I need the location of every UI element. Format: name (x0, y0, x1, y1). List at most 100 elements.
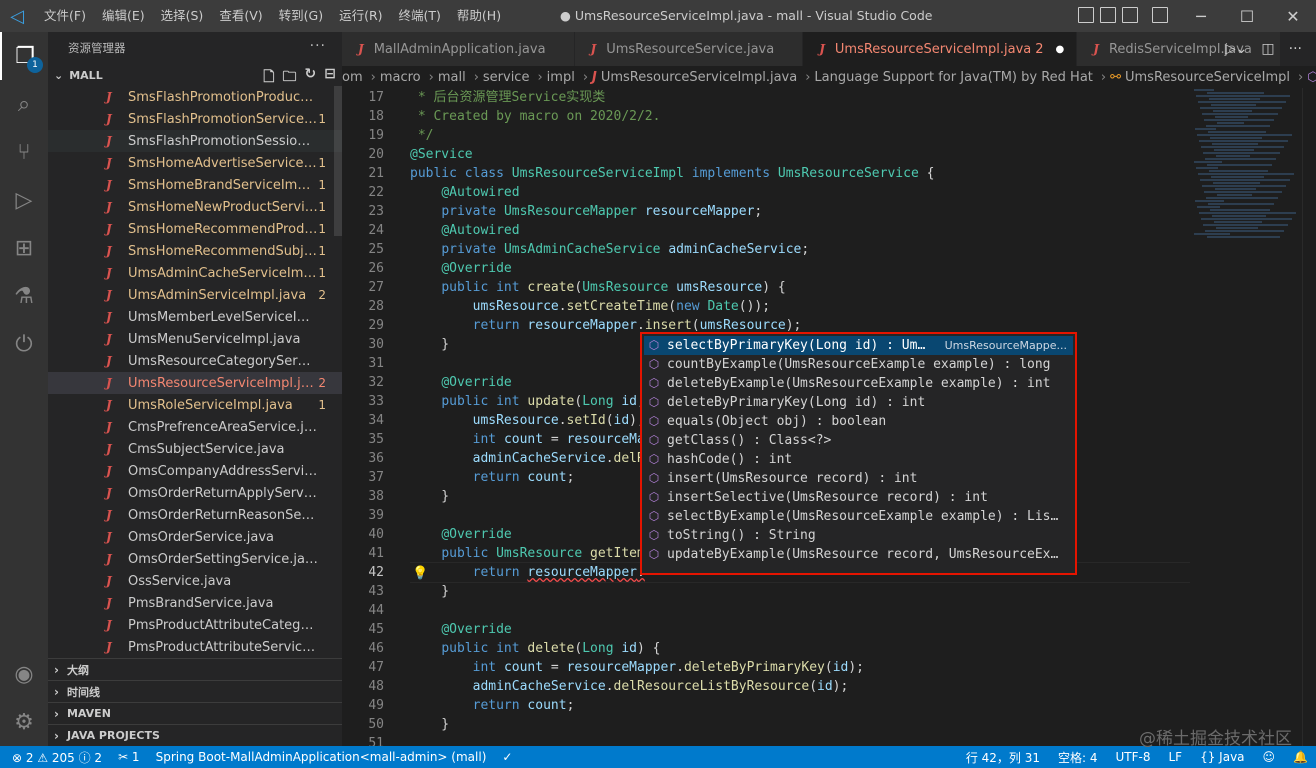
suggestion-item[interactable]: ⬡ deleteByExample(UmsResourceExample exam… (644, 374, 1073, 393)
testing-icon[interactable]: ⚗ (0, 272, 48, 320)
menu-item[interactable]: 运行(R) (331, 0, 390, 32)
code-line[interactable]: public class UmsResourceServiceImpl impl… (410, 164, 1190, 183)
split-editor-icon[interactable]: ◫ (1261, 41, 1274, 57)
sidebar-section[interactable]: › 时间线 (48, 680, 342, 702)
code-line[interactable]: } (410, 715, 1190, 734)
toggle-secondary-sidebar-icon[interactable] (1122, 7, 1138, 23)
files-icon[interactable]: ❐ 1 (0, 32, 48, 80)
code-line[interactable]: * Created by macro on 2020/2/2. (410, 107, 1190, 126)
problems-indicator[interactable]: ⊗ 2 ⚠ 205 ⓘ 2 (12, 749, 102, 766)
file-tree-item[interactable]: J OmsCompanyAddressService.java (48, 460, 342, 482)
code-line[interactable]: umsResource.setCreateTime(new Date()); (410, 297, 1190, 316)
breadcrumb-item[interactable]: om (342, 70, 363, 85)
menu-item[interactable]: 终端(T) (391, 0, 449, 32)
code-line[interactable]: @Override (410, 620, 1190, 639)
suggestion-item[interactable]: ⬡ getClass() : Class<?> (644, 431, 1073, 450)
code-line[interactable]: return count; (410, 696, 1190, 715)
code-line[interactable] (410, 601, 1190, 620)
file-tree-item[interactable]: J UmsMemberLevelServiceImpl.java (48, 306, 342, 328)
menu-item[interactable]: 帮助(H) (449, 0, 509, 32)
editor-scrollbar[interactable] (1302, 88, 1316, 746)
file-tree-item[interactable]: J OmsOrderReturnReasonService.java (48, 504, 342, 526)
suggestion-item[interactable]: ⬡ selectByPrimaryKey(Long id) : Um… UmsRes… (644, 336, 1073, 355)
more-actions-icon[interactable]: ··· (1289, 41, 1302, 57)
suggestion-item[interactable]: ⬡ updateByExample(UmsResource record, Ums… (644, 545, 1073, 564)
file-tree-item[interactable]: J PmsProductAttributeCategoryServic... (48, 614, 342, 636)
sidebar-scrollbar[interactable] (334, 86, 342, 236)
code-line[interactable]: int count = resourceMapper.deleteByPrima… (410, 658, 1190, 677)
code-line[interactable]: @Override (410, 259, 1190, 278)
code-line[interactable]: * 后台资源管理Service实现类 (410, 88, 1190, 107)
lightbulb-icon[interactable]: 💡 (412, 566, 428, 581)
cursor-position[interactable]: 行 42，列 31 (966, 749, 1040, 766)
code-line[interactable]: public int create(UmsResource umsResourc… (410, 278, 1190, 297)
end-of-line[interactable]: LF (1169, 750, 1183, 764)
file-tree-item[interactable]: J UmsAdminCacheServiceImpl.ja...1 (48, 262, 342, 284)
file-tree-item[interactable]: J SmsHomeAdvertiseServiceImp...1 (48, 152, 342, 174)
file-tree-item[interactable]: J SmsFlashPromotionSessionServiceI... (48, 130, 342, 152)
spring-boot-status[interactable]: Spring Boot-MallAdminApplication<mall-ad… (156, 750, 487, 764)
indentation[interactable]: 空格: 4 (1058, 749, 1098, 766)
editor-tab[interactable]: J UmsResourceService.java (574, 32, 804, 66)
tools-indicator[interactable]: ✂ 1 (118, 750, 140, 764)
file-tree-item[interactable]: J SmsHomeRecommendSubject... 1 (48, 240, 342, 262)
notifications-icon[interactable]: 🔔 (1293, 750, 1308, 764)
language-mode[interactable]: {} Java (1200, 750, 1244, 764)
menu-item[interactable]: 选择(S) (153, 0, 212, 32)
file-tree-item[interactable]: J SmsHomeBrandServiceImpl.java1 (48, 174, 342, 196)
code-line[interactable]: @Autowired (410, 183, 1190, 202)
file-tree-item[interactable]: J CmsPrefrenceAreaService.java (48, 416, 342, 438)
file-tree-item[interactable]: J SmsFlashPromotionServiceImp...1 (48, 108, 342, 130)
file-tree-item[interactable]: J UmsResourceCategoryServiceImpl.j... (48, 350, 342, 372)
sidebar-section[interactable]: › MAVEN (48, 702, 342, 724)
menu-item[interactable]: 查看(V) (211, 0, 270, 32)
settings-gear-icon[interactable]: ⚙ (0, 698, 48, 746)
suggestion-item[interactable]: ⬡ countByExample(UmsResourceExample examp… (644, 355, 1073, 374)
minimize-button[interactable]: ─ (1178, 0, 1224, 32)
breadcrumb-item[interactable]: mall (438, 70, 466, 85)
code-line[interactable]: @Service (410, 145, 1190, 164)
editor-tab[interactable]: J UmsResourceServiceImpl.java 2 ● (803, 32, 1078, 66)
run-icon[interactable]: ▷⌄ (1225, 41, 1248, 57)
menu-item[interactable]: 文件(F) (36, 0, 94, 32)
suggestion-item[interactable]: ⬡ insert(UmsResource record) : int (644, 469, 1073, 488)
code-line[interactable]: @Autowired (410, 221, 1190, 240)
code-line[interactable]: public int delete(Long id) { (410, 639, 1190, 658)
breadcrumb-item[interactable]: Language Support for Java(TM) by Red Hat (814, 70, 1092, 85)
file-tree-item[interactable]: J UmsAdminServiceImpl.java 2 (48, 284, 342, 306)
file-tree-item[interactable]: J PmsProductAttributeService.java (48, 636, 342, 658)
code-line[interactable]: adminCacheService.delResourceListByResou… (410, 677, 1190, 696)
workspace-section[interactable]: ⌄ MALL 🗋 🗀 ↻ ⊟ (48, 64, 342, 86)
file-tree-item[interactable]: J OmsOrderSettingService.java (48, 548, 342, 570)
close-button[interactable]: ✕ (1270, 0, 1316, 32)
file-tree-item[interactable]: J UmsMenuServiceImpl.java (48, 328, 342, 350)
run-debug-icon[interactable]: ▷ (0, 176, 48, 224)
spring-boot-icon[interactable]: ⏻ (0, 320, 48, 368)
maximize-button[interactable]: ☐ (1224, 0, 1270, 32)
menu-item[interactable]: 编辑(E) (94, 0, 153, 32)
check-indicator[interactable]: ✓ (502, 750, 512, 764)
file-tree-item[interactable]: J CmsSubjectService.java (48, 438, 342, 460)
editor-tab[interactable]: J MallAdminApplication.java (342, 32, 575, 66)
file-tree-item[interactable]: J UmsRoleServiceImpl.java 1 (48, 394, 342, 416)
breadcrumb-item[interactable]: impl (547, 70, 575, 85)
file-tree-item[interactable]: J UmsResourceServiceImpl.java 2 (48, 372, 342, 394)
breadcrumb-item[interactable]: UmsResourceServiceImpl.java (601, 70, 797, 85)
code-line[interactable]: */ (410, 126, 1190, 145)
toggle-panel-icon[interactable] (1100, 7, 1116, 23)
file-tree-item[interactable]: J SmsHomeRecommendProduct... 1 (48, 218, 342, 240)
extensions-icon[interactable]: ⊞ (0, 224, 48, 272)
minimap[interactable] (1190, 88, 1302, 746)
file-tree-item[interactable]: J SmsHomeNewProductServiceI... 1 (48, 196, 342, 218)
suggestion-item[interactable]: ⬡ hashCode() : int (644, 450, 1073, 469)
suggestion-item[interactable]: ⬡ selectByExample(UmsResourceExample exam… (644, 507, 1073, 526)
encoding[interactable]: UTF-8 (1116, 750, 1151, 764)
breadcrumb-item[interactable]: service (483, 70, 530, 85)
suggestion-item[interactable]: ⬡ equals(Object obj) : boolean (644, 412, 1073, 431)
code-line[interactable] (410, 734, 1190, 746)
breadcrumb-item[interactable]: macro (380, 70, 421, 85)
sidebar-section[interactable]: › JAVA PROJECTS (48, 724, 342, 746)
suggestion-item[interactable]: ⬡ deleteByPrimaryKey(Long id) : int (644, 393, 1073, 412)
file-tree-item[interactable]: J OmsOrderReturnApplyService.java (48, 482, 342, 504)
suggestion-item[interactable]: ⬡ insertSelective(UmsResource record) : i… (644, 488, 1073, 507)
